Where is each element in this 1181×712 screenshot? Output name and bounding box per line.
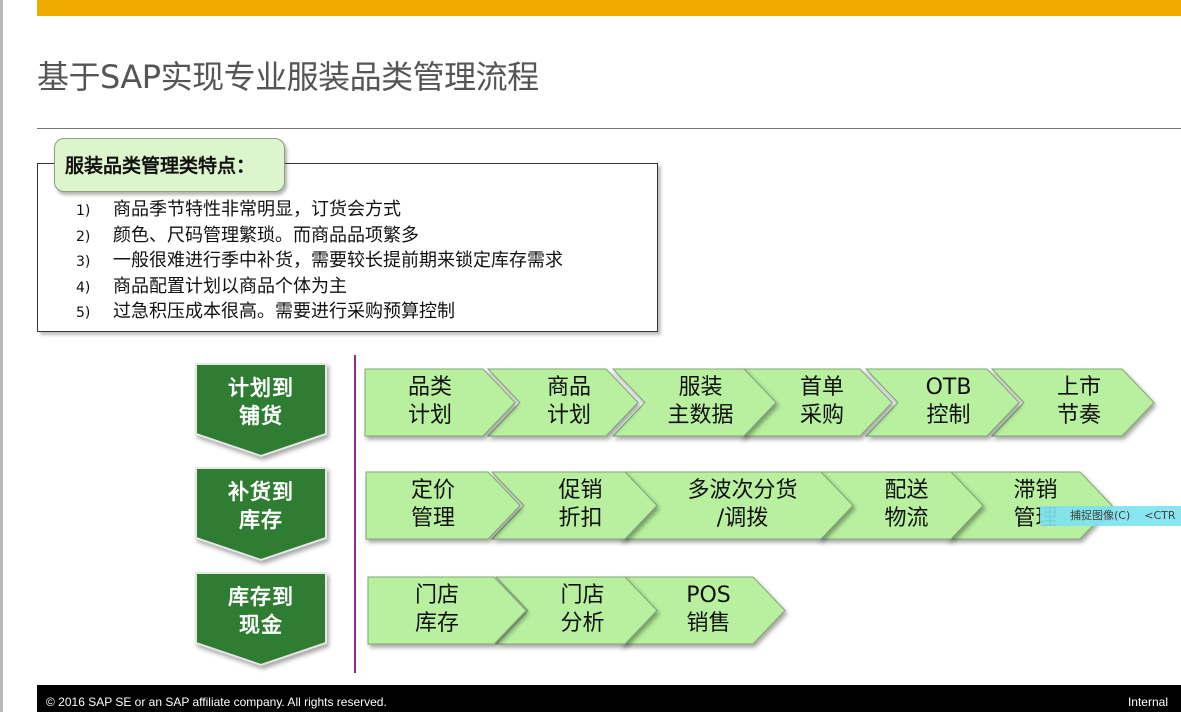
step-line: 库存: [414, 611, 459, 636]
step-line: 配送: [884, 478, 929, 503]
footer-copyright: © 2016 SAP SE or an SAP affiliate compan…: [46, 695, 387, 709]
feature-number: 3): [76, 254, 91, 270]
process-step-label: 促销 折扣: [511, 477, 651, 533]
features-list: 1) 商品季节特性非常明显，订货会方式 2) 颜色、尺码管理繁琐。而商品品项繁多 3…: [76, 197, 563, 325]
stage-label-line: 库存: [239, 508, 283, 532]
step-line: 多波次分货: [687, 478, 798, 503]
step-line: 门店: [414, 583, 459, 608]
feature-item: 2) 颜色、尺码管理繁琐。而商品品项繁多: [76, 223, 563, 249]
process-step-label: 品类 计划: [360, 374, 500, 430]
step-line: 控制: [926, 403, 971, 428]
process-step-label: OTB 控制: [879, 374, 1019, 430]
process-chevrons: 上市 节奏 OTB 控制 首单 采购 服装 主数据 商品 计划 品类 计划 滞销 管理 配送 物流 多波次分货 /…: [0, 0, 1181, 712]
step-line: 节奏: [1056, 403, 1101, 428]
feature-item: 5) 过急积压成本很高。需要进行采购预算控制: [76, 299, 563, 325]
slide-footer: © 2016 SAP SE or an SAP affiliate compan…: [37, 685, 1181, 712]
stage-label-line: 现金: [239, 613, 283, 637]
step-line: /调拨: [716, 506, 769, 531]
step-line: 主数据: [667, 403, 734, 428]
feature-text: 商品季节特性非常明显，订货会方式: [113, 199, 401, 220]
step-line: 上市: [1056, 375, 1101, 400]
process-step-label: 服装 主数据: [631, 374, 771, 430]
step-line: 分析: [560, 611, 605, 636]
step-line: 服装: [678, 375, 723, 400]
process-step-label: 首单 采购: [752, 374, 892, 430]
stage-label-line: 铺货: [239, 404, 283, 428]
step-line: 折扣: [558, 506, 603, 531]
capture-shortcut: <CTR: [1144, 509, 1176, 522]
feature-number: 2): [76, 228, 91, 245]
step-line: 滞销: [1013, 478, 1058, 503]
stage-label-plan-to-distribute: 计划到 铺货: [194, 362, 328, 458]
stage-label-line: 计划到: [228, 376, 294, 400]
step-line: POS: [686, 583, 731, 608]
feature-text: 过急积压成本很高。需要进行采购预算控制: [113, 301, 455, 322]
step-line: 定价: [410, 478, 455, 503]
slide-title: 基于SAP实现专业服装品类管理流程: [37, 58, 539, 96]
feature-item: 4) 商品配置计划以商品个体为主: [76, 274, 563, 300]
process-step-label: POS 销售: [639, 582, 779, 638]
step-line: 商品: [546, 375, 591, 400]
step-line: 门店: [560, 583, 605, 608]
feature-number: 4): [76, 279, 91, 296]
process-step-label: 上市 节奏: [1009, 374, 1149, 430]
process-step-label: 配送 物流: [837, 477, 977, 533]
screen-capture-tooltip[interactable]: 捕捉图像(C) <CTR: [1040, 506, 1181, 526]
step-line: 首单: [799, 375, 844, 400]
stage-label-replenish-to-stock: 补货到 库存: [194, 466, 328, 562]
stage-label-line: 库存到: [228, 585, 294, 609]
process-step-label: 定价 管理: [363, 477, 503, 533]
feature-text: 商品配置计划以商品个体为主: [113, 275, 347, 297]
footer-classification: Internal: [1127, 695, 1168, 709]
step-line: OTB: [925, 375, 972, 400]
feature-item: 3) 一般很难进行季中补货，需要较长提前期来锁定库存需求: [76, 248, 563, 274]
step-line: 采购: [799, 403, 844, 428]
step-line: 促销: [558, 478, 603, 503]
stage-label-line: 补货到: [228, 480, 294, 504]
step-line: 计划: [546, 403, 591, 428]
step-line: 品类: [407, 375, 452, 400]
title-divider: [37, 128, 1181, 129]
feature-number: 5): [76, 305, 91, 321]
stage-label-stock-to-cash: 库存到 现金: [194, 571, 328, 667]
feature-text: 一般很难进行季中补货，需要较长提前期来锁定库存需求: [113, 250, 563, 271]
process-step-label: 门店 库存: [367, 582, 507, 638]
capture-label: 捕捉图像(C): [1070, 509, 1131, 522]
slide-accent-bar: [37, 0, 1181, 16]
process-divider-line: [354, 355, 356, 673]
feature-text: 颜色、尺码管理繁琐。而商品品项繁多: [113, 224, 419, 246]
step-line: 物流: [884, 506, 929, 531]
feature-item: 1) 商品季节特性非常明显，订货会方式: [76, 197, 563, 223]
process-step-label: 商品 计划: [499, 374, 639, 430]
step-line: 计划: [407, 403, 452, 428]
features-heading: 服装品类管理类特点：: [54, 138, 285, 192]
step-line: 管理: [410, 506, 455, 531]
process-step-label: 多波次分货/调拨: [673, 477, 813, 533]
window-left-edge: [0, 0, 3, 712]
step-line: 销售: [686, 611, 731, 636]
process-step-label: 门店 分析: [513, 582, 653, 638]
feature-number: 1): [76, 203, 91, 219]
